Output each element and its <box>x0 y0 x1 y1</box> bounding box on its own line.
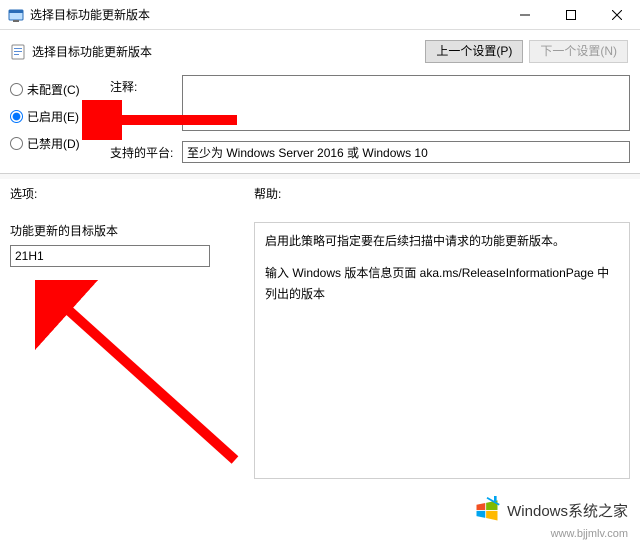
help-title: 帮助: <box>254 185 630 202</box>
help-column: 帮助: 启用此策略可指定要在后续扫描中请求的功能更新版本。 输入 Windows… <box>254 185 630 479</box>
window-titlebar: 选择目标功能更新版本 <box>0 0 640 30</box>
options-column: 选项: 功能更新的目标版本 <box>10 185 240 479</box>
previous-setting-button[interactable]: 上一个设置(P) <box>425 40 523 63</box>
radio-enabled-label: 已启用(E) <box>27 108 79 125</box>
radio-disabled-label: 已禁用(D) <box>27 135 80 152</box>
radio-not-configured-label: 未配置(C) <box>27 81 80 98</box>
state-radio-group: 未配置(C) 已启用(E) 已禁用(D) <box>10 75 110 163</box>
window-controls <box>502 0 640 29</box>
watermark-url: www.bjjmlv.com <box>551 528 628 540</box>
header: 选择目标功能更新版本 上一个设置(P) 下一个设置(N) <box>0 30 640 71</box>
watermark-brand-text: Windows系统之家 <box>507 500 628 521</box>
comment-input[interactable] <box>182 75 630 131</box>
window-title: 选择目标功能更新版本 <box>30 6 502 23</box>
maximize-button[interactable] <box>548 0 594 29</box>
policy-icon <box>10 44 26 60</box>
windows-logo-icon <box>473 496 501 524</box>
radio-enabled-input[interactable] <box>10 110 23 123</box>
radio-enabled[interactable]: 已启用(E) <box>10 108 110 125</box>
comment-label: 注释: <box>110 75 178 95</box>
supported-platform-value: 至少为 Windows Server 2016 或 Windows 10 <box>182 141 630 163</box>
help-paragraph: 启用此策略可指定要在后续扫描中请求的功能更新版本。 <box>265 231 619 251</box>
lower-panel: 选项: 功能更新的目标版本 帮助: 启用此策略可指定要在后续扫描中请求的功能更新… <box>0 179 640 489</box>
options-title: 选项: <box>10 185 240 202</box>
target-version-label: 功能更新的目标版本 <box>10 222 240 239</box>
next-setting-button: 下一个设置(N) <box>529 40 628 63</box>
help-paragraph: 输入 Windows 版本信息页面 aka.ms/ReleaseInformat… <box>265 263 619 304</box>
config-area: 未配置(C) 已启用(E) 已禁用(D) 注释: 支持的平台: 至少为 Wind… <box>0 71 640 169</box>
minimize-button[interactable] <box>502 0 548 29</box>
radio-not-configured[interactable]: 未配置(C) <box>10 81 110 98</box>
target-version-input[interactable] <box>10 245 210 267</box>
header-title: 选择目标功能更新版本 <box>32 43 152 60</box>
radio-disabled[interactable]: 已禁用(D) <box>10 135 110 152</box>
platform-label: 支持的平台: <box>110 141 178 161</box>
radio-not-configured-input[interactable] <box>10 83 23 96</box>
radio-disabled-input[interactable] <box>10 137 23 150</box>
app-icon <box>8 7 24 23</box>
help-body: 启用此策略可指定要在后续扫描中请求的功能更新版本。 输入 Windows 版本信… <box>254 222 630 479</box>
close-button[interactable] <box>594 0 640 29</box>
watermark-brand: Windows系统之家 <box>473 496 628 524</box>
